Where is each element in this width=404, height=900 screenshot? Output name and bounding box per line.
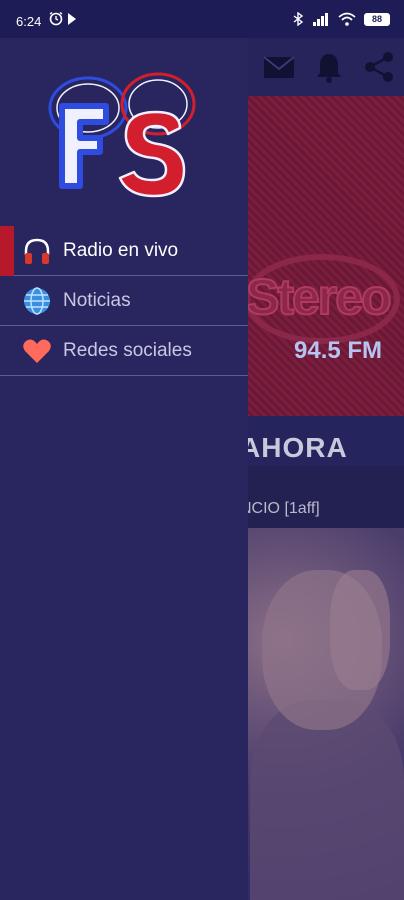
menu-item-label: Radio en vivo xyxy=(63,239,179,261)
menu-item-radio-en-vivo[interactable]: Radio en vivo xyxy=(0,226,248,276)
menu-item-label: Redes sociales xyxy=(63,339,192,361)
headphones-icon xyxy=(22,236,52,266)
track-title: NCIO [1aff] xyxy=(240,500,320,517)
bluetooth-icon xyxy=(293,12,304,26)
status-bar: 6:24 88 xyxy=(0,0,404,38)
battery-icon: 88 xyxy=(364,12,390,26)
drawer-menu: Radio en vivo Noticias Redes sociales xyxy=(0,226,248,376)
alarm-icon xyxy=(49,11,76,26)
wifi-icon xyxy=(338,12,356,26)
signal-icon xyxy=(313,13,328,26)
artist-photo-body xyxy=(250,700,404,900)
station-frequency: 94.5 FM xyxy=(294,337,383,364)
menu-item-label: Noticias xyxy=(63,289,131,311)
mail-icon[interactable] xyxy=(262,50,296,84)
status-time: 6:24 xyxy=(16,14,42,29)
artist-photo-hand xyxy=(330,570,390,690)
station-logo: Stereo xyxy=(245,268,393,326)
now-playing-heading: AHORA xyxy=(240,432,348,463)
status-notification-icons xyxy=(46,11,104,29)
app-logo xyxy=(48,72,196,198)
share-icon[interactable] xyxy=(362,50,396,84)
navigation-drawer: Radio en vivo Noticias Redes sociales xyxy=(0,38,248,900)
status-system-icons: 88 xyxy=(292,12,390,26)
menu-item-redes-sociales[interactable]: Redes sociales xyxy=(0,326,248,376)
heart-icon xyxy=(22,336,52,366)
globe-icon xyxy=(22,286,52,316)
bell-icon[interactable] xyxy=(312,50,346,84)
menu-item-noticias[interactable]: Noticias xyxy=(0,276,248,326)
